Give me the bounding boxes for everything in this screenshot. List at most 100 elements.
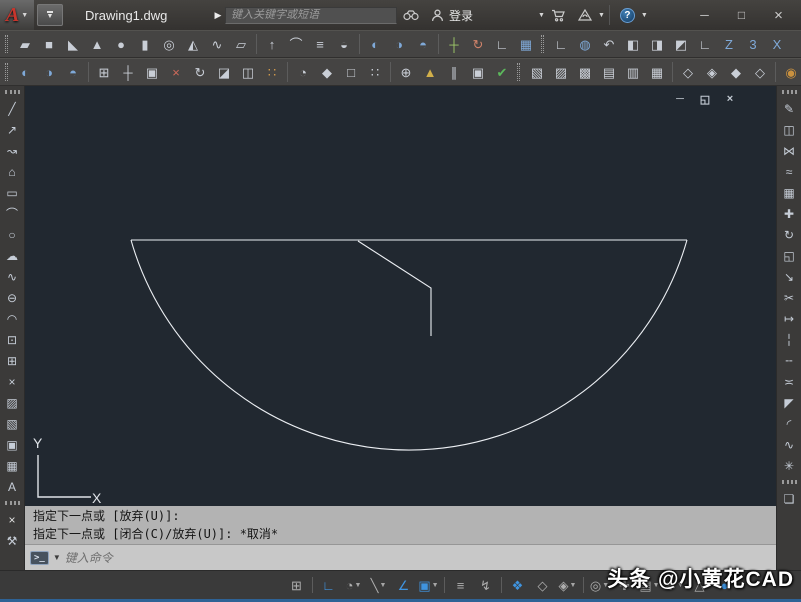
chamfer[interactable]: ◤ bbox=[779, 392, 800, 413]
selection-cycling[interactable]: ↯▼ bbox=[473, 573, 498, 597]
cone[interactable]: ▲ bbox=[85, 32, 109, 56]
3d-move[interactable]: ┼ bbox=[442, 32, 466, 56]
chevron-down-icon[interactable]: ▼ bbox=[598, 12, 605, 19]
vs-hidden[interactable]: ▩ bbox=[573, 60, 597, 84]
break-at-point[interactable]: ╎ bbox=[779, 329, 800, 350]
wedge[interactable]: ◣ bbox=[61, 32, 85, 56]
ortho-mode[interactable]: ∟▼ bbox=[316, 573, 341, 597]
vs-shaded[interactable]: ▦ bbox=[645, 60, 669, 84]
quick-access-toolbar-button[interactable]: ▼ bbox=[37, 4, 63, 26]
revolve[interactable]: ◒ bbox=[332, 32, 356, 56]
3d-move-gizmo[interactable]: ┼ bbox=[116, 60, 140, 84]
search-flyout-icon[interactable]: ▶ bbox=[211, 10, 225, 21]
vs-wireframe[interactable]: ▨ bbox=[549, 60, 573, 84]
close-command-window[interactable]: × bbox=[2, 509, 23, 530]
ucs-x-rotate[interactable]: X bbox=[765, 32, 789, 56]
vs-sketchy[interactable]: ◈ bbox=[700, 60, 724, 84]
lineweight[interactable]: ≡▼ bbox=[448, 573, 473, 597]
3d-object-snap[interactable]: ❖▼ bbox=[505, 573, 530, 597]
ucs-view[interactable]: ◩ bbox=[669, 32, 693, 56]
toolbar-grip[interactable] bbox=[4, 90, 20, 94]
3d-erase[interactable]: × bbox=[164, 60, 188, 84]
fillet[interactable]: ◜ bbox=[779, 413, 800, 434]
object-snap[interactable]: ▣ ▼ bbox=[416, 573, 441, 597]
point[interactable]: × bbox=[2, 371, 23, 392]
hatch[interactable]: ▨ bbox=[2, 392, 23, 413]
surface-union[interactable]: ◐ bbox=[13, 60, 37, 84]
object-snap-tracking[interactable]: ∠▼ bbox=[391, 573, 416, 597]
chamfer-edge[interactable]: ◆ bbox=[315, 60, 339, 84]
sketch-entity-2[interactable] bbox=[357, 240, 432, 336]
toolbar-grip[interactable] bbox=[4, 501, 20, 505]
subtract[interactable]: ◑ bbox=[387, 32, 411, 56]
chevron-down-icon[interactable]: ▼ bbox=[53, 553, 61, 562]
convert-to-solid[interactable]: ▲ bbox=[418, 60, 442, 84]
union[interactable]: ◐ bbox=[363, 32, 387, 56]
thicken[interactable]: ⊕ bbox=[394, 60, 418, 84]
vs-2d-wireframe[interactable]: ▧ bbox=[525, 60, 549, 84]
model-space[interactable]: Y X bbox=[25, 86, 776, 506]
scale[interactable]: ◱ bbox=[779, 245, 800, 266]
3d-rotate[interactable]: ↻ bbox=[466, 32, 490, 56]
maximize-button[interactable]: □ bbox=[723, 0, 760, 30]
ucs[interactable]: ∟ bbox=[549, 32, 573, 56]
rotate[interactable]: ↻ bbox=[779, 224, 800, 245]
box[interactable]: ■ bbox=[37, 32, 61, 56]
properties[interactable]: ❏ bbox=[779, 488, 800, 509]
sketch-entity-1[interactable] bbox=[130, 239, 688, 451]
toolbar-grip[interactable] bbox=[517, 63, 520, 81]
torus[interactable]: ◎ bbox=[157, 32, 181, 56]
customize-command-line[interactable]: ⚒ bbox=[2, 530, 23, 551]
close-button[interactable]: × bbox=[760, 0, 797, 30]
polyline[interactable]: ↝ bbox=[2, 140, 23, 161]
ucs-world[interactable]: ◍ bbox=[573, 32, 597, 56]
ucs-previous[interactable]: ↶ bbox=[597, 32, 621, 56]
explode[interactable]: ✳ bbox=[779, 455, 800, 476]
doc-close-button[interactable]: × bbox=[724, 93, 736, 106]
polar-tracking[interactable]: ◔ ▼ bbox=[341, 573, 366, 597]
break[interactable]: ╌ bbox=[779, 350, 800, 371]
move[interactable]: ✚ bbox=[779, 203, 800, 224]
surface-subtract[interactable]: ◑ bbox=[37, 60, 61, 84]
toolbar-grip[interactable] bbox=[5, 35, 8, 53]
join[interactable]: ≍ bbox=[779, 371, 800, 392]
extract-edges[interactable]: □ bbox=[339, 60, 363, 84]
pyramid[interactable]: ◭ bbox=[181, 32, 205, 56]
make-block[interactable]: ⊞ bbox=[2, 350, 23, 371]
copy[interactable]: ◫ bbox=[779, 119, 800, 140]
3d-align[interactable]: ∟ bbox=[490, 32, 514, 56]
vs-shades-of-gray[interactable]: ◇ bbox=[676, 60, 700, 84]
circle[interactable]: ○ bbox=[2, 224, 23, 245]
vs-conceptual[interactable]: ▥ bbox=[621, 60, 645, 84]
slice[interactable]: ◪ bbox=[212, 60, 236, 84]
loft[interactable]: ≡ bbox=[308, 32, 332, 56]
ucs-object[interactable]: ◨ bbox=[645, 32, 669, 56]
signin-button[interactable]: 登录 ▼ bbox=[431, 7, 545, 24]
fillet-edge[interactable]: ◔ bbox=[291, 60, 315, 84]
presspull[interactable]: ↑ bbox=[260, 32, 284, 56]
polysolid[interactable]: ▰ bbox=[13, 32, 37, 56]
cylinder[interactable]: ▮ bbox=[133, 32, 157, 56]
convert-to-surface[interactable]: ▣ bbox=[466, 60, 490, 84]
doc-minimize-button[interactable]: ─ bbox=[674, 93, 686, 106]
table[interactable]: ▦ bbox=[2, 455, 23, 476]
search-input[interactable] bbox=[225, 6, 397, 24]
vs-other[interactable]: ◇ bbox=[748, 60, 772, 84]
3d-rotate-gizmo[interactable]: ↻ bbox=[188, 60, 212, 84]
sphere[interactable]: ● bbox=[109, 32, 133, 56]
3d-align-points[interactable]: ∷ bbox=[260, 60, 284, 84]
sweep[interactable]: ⌒ bbox=[284, 32, 308, 56]
spline[interactable]: ∿ bbox=[2, 266, 23, 287]
offset[interactable]: ≈ bbox=[779, 161, 800, 182]
ucs-3-point[interactable]: 3 bbox=[741, 32, 765, 56]
check-solid[interactable]: ✔ bbox=[490, 60, 514, 84]
polygon[interactable]: ⌂ bbox=[2, 161, 23, 182]
a360-icon[interactable] bbox=[572, 0, 598, 30]
mirror[interactable]: ⋈ bbox=[779, 140, 800, 161]
3d-mirror[interactable]: ◫ bbox=[236, 60, 260, 84]
toolbar-grip[interactable] bbox=[781, 480, 797, 484]
toolbar-grip[interactable] bbox=[781, 90, 797, 94]
camera[interactable]: ◉ bbox=[779, 60, 801, 84]
region[interactable]: ▣ bbox=[2, 434, 23, 455]
dynamic-ucs[interactable]: ◇▼ bbox=[530, 573, 555, 597]
